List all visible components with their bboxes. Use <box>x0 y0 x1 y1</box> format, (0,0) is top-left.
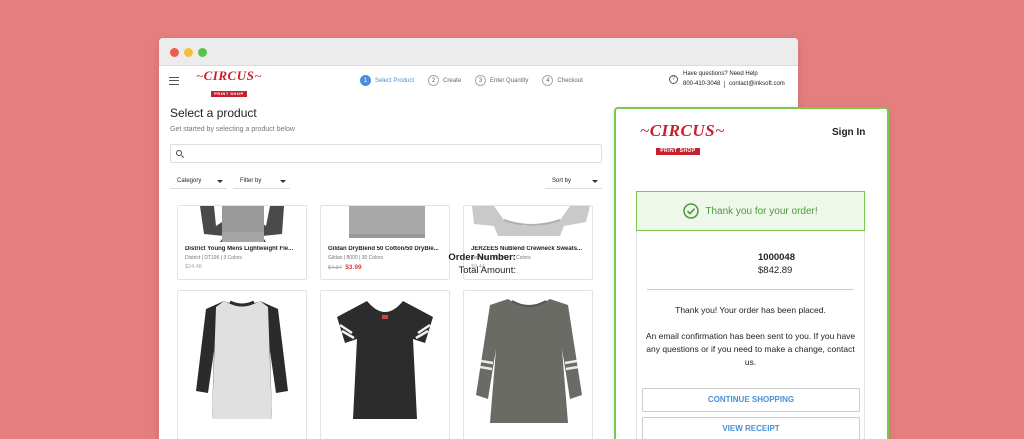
product-card[interactable]: Gildan DryBlend 50 Cotton/50 DryBle... G… <box>320 205 450 280</box>
success-banner: Thank you for your order! <box>636 191 865 231</box>
search-input[interactable] <box>170 144 602 163</box>
caret-down-icon <box>592 179 598 183</box>
step-label: Select Product <box>375 77 415 84</box>
product-card[interactable]: District Young Mens Lightweight Fle... D… <box>177 205 307 280</box>
order-placed-message: Thank you! Your order has been placed. <box>675 305 826 315</box>
brand-logo[interactable]: CIRCUS PRINT SHOP <box>640 122 716 157</box>
page-title: Select a product <box>170 106 257 120</box>
product-image <box>472 206 590 236</box>
search-icon <box>176 150 182 156</box>
caret-down-icon <box>217 179 223 183</box>
divider <box>647 289 854 290</box>
order-confirmation-panel: CIRCUS PRINT SHOP Sign In Thank you for … <box>448 107 889 439</box>
order-number-value: 1000048 <box>758 252 795 263</box>
category-label: Category <box>177 178 202 184</box>
help-phone[interactable]: 800-410-3048 <box>683 81 720 87</box>
divider <box>724 81 725 88</box>
total-amount-label: Total Amount: <box>458 265 516 276</box>
step-checkout[interactable]: 4 Checkout <box>542 75 583 86</box>
check-circle-icon <box>683 203 700 219</box>
logo-word: CIRCUS <box>196 69 262 82</box>
help-email[interactable]: contact@inksoft.com <box>729 81 785 87</box>
step-label: Checkout <box>557 77 583 84</box>
order-summary: Order Number: 1000048 Total Amount: $842… <box>448 231 865 439</box>
menu-icon[interactable] <box>169 77 179 85</box>
product-name: District Young Mens Lightweight Fle... <box>185 246 294 252</box>
step-label: Create <box>443 77 462 84</box>
order-number-label: Order Number: <box>448 252 516 263</box>
step-number: 2 <box>428 75 440 86</box>
step-number: 3 <box>475 75 487 86</box>
filter-label: Filter by <box>240 178 262 184</box>
logo-sub: PRINT SHOP <box>656 148 700 155</box>
maximize-window-button[interactable] <box>198 48 207 57</box>
sort-label: Sort by <box>552 178 572 184</box>
product-image <box>337 301 433 419</box>
product-card[interactable] <box>177 290 307 439</box>
help-question: Have questions? Need Help <box>683 71 758 77</box>
checkout-steps: 1 Select Product 2 Create 3 Enter Quanti… <box>360 75 597 86</box>
caret-down-icon <box>280 179 286 183</box>
product-card[interactable] <box>320 290 450 439</box>
product-card[interactable] <box>463 290 593 439</box>
logo-sub: PRINT SHOP <box>211 91 247 97</box>
brand-logo[interactable]: CIRCUS PRINT SHOP <box>196 69 262 100</box>
app-header: CIRCUS PRINT SHOP 1 Select Product 2 Cre… <box>159 66 798 97</box>
view-receipt-button[interactable]: VIEW RECEIPT <box>642 417 860 439</box>
email-confirmation-message: An email confirmation has been sent to y… <box>645 331 856 368</box>
original-price: $4.34 <box>328 265 342 271</box>
step-label: Enter Quantity <box>490 77 529 84</box>
product-name: Gildan DryBlend 50 Cotton/50 DryBle... <box>328 246 439 252</box>
product-image <box>200 206 284 242</box>
step-number: 1 <box>360 75 371 86</box>
sale-price: $3.99 <box>345 264 362 271</box>
category-dropdown[interactable]: Category <box>170 174 227 189</box>
product-meta: Gildan | 8000 | 30 Colors <box>328 255 384 261</box>
step-create[interactable]: 2 Create <box>428 75 461 86</box>
close-window-button[interactable] <box>170 48 179 57</box>
price-value: $24.48 <box>185 264 202 270</box>
product-meta: District | DT196 | 3 Colors <box>185 255 243 261</box>
logo-word: CIRCUS <box>640 122 716 139</box>
product-image <box>349 206 425 238</box>
step-enter-quantity[interactable]: 3 Enter Quantity <box>475 75 528 86</box>
sort-dropdown[interactable]: Sort by <box>545 174 602 189</box>
page-subtitle: Get started by selecting a product below <box>170 126 295 133</box>
step-select-product[interactable]: 1 Select Product <box>360 75 414 86</box>
success-message: Thank you for your order! <box>705 205 818 217</box>
step-number: 4 <box>542 75 554 86</box>
sign-in-link[interactable]: Sign In <box>832 127 865 138</box>
product-selection: Select a product Get started by selectin… <box>170 106 602 189</box>
total-amount-value: $842.89 <box>758 265 793 276</box>
product-image <box>196 300 288 419</box>
product-price: $4.34 $3.99 <box>328 264 362 271</box>
product-price: $24.48 <box>185 264 202 270</box>
filter-dropdown[interactable]: Filter by <box>233 174 290 189</box>
minimize-window-button[interactable] <box>184 48 193 57</box>
continue-shopping-button[interactable]: CONTINUE SHOPPING <box>642 388 860 412</box>
product-image <box>476 299 582 423</box>
help-icon: ? <box>669 75 678 84</box>
title-bar <box>159 38 798 66</box>
